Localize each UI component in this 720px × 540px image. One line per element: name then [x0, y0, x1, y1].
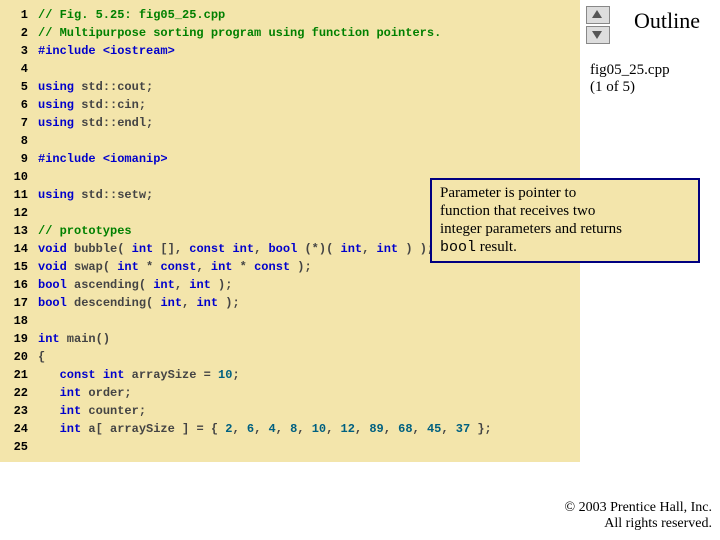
code-line: 4	[0, 60, 580, 78]
code-text: int main()	[38, 330, 580, 348]
line-number: 13	[0, 222, 38, 240]
callout-box: Parameter is pointer to function that re…	[430, 178, 700, 263]
line-number: 1	[0, 6, 38, 24]
callout-code: bool	[440, 239, 476, 256]
code-line: 17bool descending( int, int );	[0, 294, 580, 312]
copyright-line-2: All rights reserved.	[604, 516, 712, 531]
code-line: 2// Multipurpose sorting program using f…	[0, 24, 580, 42]
code-text: int order;	[38, 384, 580, 402]
outline-title: Outline	[620, 8, 714, 34]
line-number: 3	[0, 42, 38, 60]
line-number: 12	[0, 204, 38, 222]
code-text	[38, 312, 580, 330]
code-text	[38, 438, 580, 456]
line-number: 2	[0, 24, 38, 42]
line-number: 15	[0, 258, 38, 276]
line-number: 18	[0, 312, 38, 330]
code-line: 1// Fig. 5.25: fig05_25.cpp	[0, 6, 580, 24]
code-line: 21 const int arraySize = 10;	[0, 366, 580, 384]
code-text	[38, 60, 580, 78]
code-line: 6using std::cin;	[0, 96, 580, 114]
code-line: 3#include <iostream>	[0, 42, 580, 60]
code-line: 25	[0, 438, 580, 456]
code-text: // Multipurpose sorting program using fu…	[38, 24, 580, 42]
code-text: bool ascending( int, int );	[38, 276, 580, 294]
line-number: 16	[0, 276, 38, 294]
line-number: 6	[0, 96, 38, 114]
line-number: 19	[0, 330, 38, 348]
line-number: 22	[0, 384, 38, 402]
footer: © 2003 Prentice Hall, Inc. All rights re…	[565, 500, 713, 532]
code-line: 24 int a[ arraySize ] = { 2, 6, 4, 8, 10…	[0, 420, 580, 438]
copyright-line-1: © 2003 Prentice Hall, Inc.	[565, 500, 713, 515]
line-number: 10	[0, 168, 38, 186]
line-number: 4	[0, 60, 38, 78]
code-text: int a[ arraySize ] = { 2, 6, 4, 8, 10, 1…	[38, 420, 580, 438]
prev-slide-button[interactable]	[586, 6, 610, 24]
line-number: 7	[0, 114, 38, 132]
line-number: 20	[0, 348, 38, 366]
next-slide-button[interactable]	[586, 26, 610, 44]
code-text: int counter;	[38, 402, 580, 420]
line-number: 17	[0, 294, 38, 312]
callout-text-4: result.	[476, 239, 517, 255]
line-number: 5	[0, 78, 38, 96]
code-line: 16bool ascending( int, int );	[0, 276, 580, 294]
file-part: (1 of 5)	[590, 79, 635, 95]
code-line: 22 int order;	[0, 384, 580, 402]
code-text	[38, 132, 580, 150]
callout-text-1: Parameter is pointer to	[440, 185, 576, 201]
line-number: 11	[0, 186, 38, 204]
code-line: 9#include <iomanip>	[0, 150, 580, 168]
code-text: // Fig. 5.25: fig05_25.cpp	[38, 6, 580, 24]
code-text: using std::cin;	[38, 96, 580, 114]
line-number: 25	[0, 438, 38, 456]
code-line: 8	[0, 132, 580, 150]
code-text: using std::cout;	[38, 78, 580, 96]
line-number: 24	[0, 420, 38, 438]
line-number: 8	[0, 132, 38, 150]
code-text: bool descending( int, int );	[38, 294, 580, 312]
code-line: 20{	[0, 348, 580, 366]
outline-nav: Outline	[580, 0, 720, 34]
line-number: 9	[0, 150, 38, 168]
callout-text-2: function that receives two	[440, 203, 595, 219]
file-name: fig05_25.cpp	[590, 62, 670, 78]
code-line: 7using std::endl;	[0, 114, 580, 132]
code-line: 23 int counter;	[0, 402, 580, 420]
code-text: const int arraySize = 10;	[38, 366, 580, 384]
callout-text-3: integer parameters and returns	[440, 221, 622, 237]
line-number: 23	[0, 402, 38, 420]
code-line: 18	[0, 312, 580, 330]
code-text: #include <iostream>	[38, 42, 580, 60]
line-number: 21	[0, 366, 38, 384]
code-text: using std::endl;	[38, 114, 580, 132]
code-line: 19int main()	[0, 330, 580, 348]
line-number: 14	[0, 240, 38, 258]
code-text: {	[38, 348, 580, 366]
code-line: 5using std::cout;	[0, 78, 580, 96]
code-text: #include <iomanip>	[38, 150, 580, 168]
